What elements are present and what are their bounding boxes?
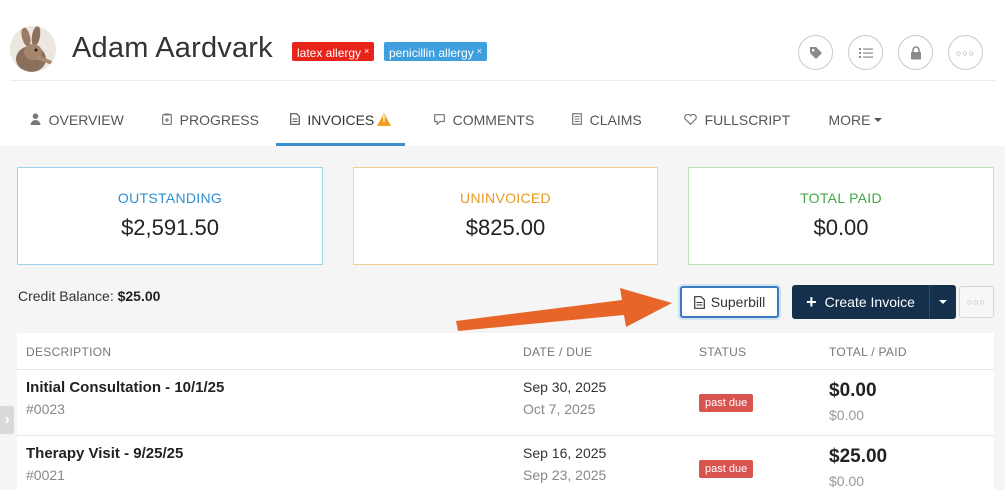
remove-tag-icon[interactable]: ×: [364, 46, 369, 56]
invoice-due-date: Oct 7, 2025: [523, 401, 596, 417]
chevron-right-icon: ›: [4, 411, 10, 428]
invoices-table: DESCRIPTION DATE / DUE STATUS TOTAL / PA…: [17, 333, 994, 490]
annotation-arrow: [456, 288, 672, 331]
outstanding-label: OUTSTANDING: [117, 190, 223, 206]
tab-comments[interactable]: COMMENTS: [434, 100, 534, 146]
document-icon: [289, 113, 304, 128]
invoice-date: Sep 16, 2025: [523, 445, 607, 461]
tab-overview[interactable]: OVERVIEW: [30, 100, 124, 146]
tab-fullscript[interactable]: FULLSCRIPT: [684, 100, 790, 146]
status-badge: past due: [699, 394, 754, 412]
invoice-number: #0023: [26, 401, 65, 417]
uninvoiced-label: UNINVOICED: [460, 190, 551, 206]
user-icon: [30, 113, 45, 128]
tab-label: MORE: [828, 112, 871, 128]
invoice-paid: $0.00: [829, 473, 865, 489]
remove-tag-icon[interactable]: ×: [477, 46, 482, 56]
warning-icon: [377, 113, 392, 126]
tag-label: penicillin allergy: [389, 46, 474, 60]
tab-label: INVOICES: [307, 112, 375, 128]
invoice-due-date: Sep 23, 2025: [523, 467, 607, 483]
invoice-paid: $0.00: [829, 407, 865, 423]
uninvoiced-card: UNINVOICED $825.00: [353, 167, 658, 265]
status-badge: past due: [699, 460, 754, 478]
tab-label: OVERVIEW: [48, 112, 124, 128]
tag-button[interactable]: [798, 35, 833, 70]
row-divider: [17, 369, 994, 370]
tag-icon: [809, 46, 822, 59]
invoice-total: $25.00: [829, 446, 888, 467]
comment-icon: [434, 113, 449, 128]
invoice-number: #0021: [26, 467, 65, 483]
more-dots-icon: ○○○: [966, 297, 987, 307]
column-header-description[interactable]: DESCRIPTION: [26, 345, 111, 359]
header-divider: [10, 80, 995, 81]
row-divider: [17, 435, 994, 436]
tab-label: CLAIMS: [589, 112, 642, 128]
invoice-more-button[interactable]: ○○○: [959, 286, 994, 318]
checklist-button[interactable]: [848, 35, 883, 70]
plus-icon: +: [806, 292, 817, 312]
invoice-total: $0.00: [829, 380, 877, 401]
credit-balance: Credit Balance: $25.00: [18, 288, 160, 304]
claims-icon: [572, 113, 586, 128]
patient-tabs: OVERVIEW PROGRESS INVOICES COMMENTS CLAI…: [0, 100, 1005, 146]
tag-latex-allergy[interactable]: latex allergy ×: [292, 42, 375, 61]
patient-name: Adam Aardvark: [72, 32, 273, 64]
lock-button[interactable]: [898, 35, 933, 70]
outstanding-card: OUTSTANDING $2,591.50: [17, 167, 323, 265]
superbill-button[interactable]: Superbill: [680, 286, 779, 318]
tab-claims[interactable]: CLAIMS: [572, 100, 642, 146]
more-options-button[interactable]: ○○○: [948, 35, 983, 70]
total-paid-label: TOTAL PAID: [800, 190, 882, 206]
tab-progress[interactable]: PROGRESS: [162, 100, 259, 146]
invoice-date: Sep 30, 2025: [523, 379, 607, 395]
create-invoice-dropdown[interactable]: [929, 285, 956, 319]
aardvark-avatar-image: [10, 26, 56, 72]
uninvoiced-value: $825.00: [465, 215, 546, 240]
column-header-total-paid[interactable]: TOTAL / PAID: [829, 345, 907, 359]
superbill-label: Superbill: [710, 294, 766, 310]
column-header-date-due[interactable]: DATE / DUE: [523, 345, 592, 359]
sidebar-toggle-handle[interactable]: ›: [0, 406, 14, 434]
checklist-icon: [858, 47, 873, 58]
invoice-description[interactable]: Initial Consultation - 10/1/25: [26, 379, 224, 396]
more-dots-icon: ○○○: [955, 47, 976, 58]
create-invoice-label: Create Invoice: [824, 294, 915, 310]
create-invoice-button[interactable]: + Create Invoice: [792, 285, 929, 319]
total-paid-card: TOTAL PAID $0.00: [688, 167, 994, 265]
patient-header: Adam Aardvark latex allergy × penicillin …: [0, 0, 1005, 146]
caret-down-icon: [873, 118, 882, 122]
outstanding-value: $2,591.50: [121, 215, 219, 240]
invoice-description[interactable]: Therapy Visit - 9/25/25: [26, 445, 183, 462]
heart-icon: [684, 113, 701, 128]
tab-label: FULLSCRIPT: [704, 112, 791, 128]
total-paid-value: $0.00: [813, 215, 869, 240]
patient-avatar[interactable]: [10, 26, 56, 72]
tab-label: COMMENTS: [452, 112, 535, 128]
clipboard-icon: [162, 113, 176, 128]
credit-balance-label: Credit Balance:: [18, 288, 114, 304]
tab-invoices[interactable]: INVOICES: [276, 100, 405, 146]
lock-icon: [910, 45, 921, 59]
document-icon: [693, 295, 705, 309]
tag-label: latex allergy: [297, 46, 362, 60]
tab-more[interactable]: MORE: [826, 100, 884, 146]
credit-balance-value: $25.00: [117, 288, 161, 304]
caret-down-icon: [939, 300, 947, 304]
column-header-status[interactable]: STATUS: [699, 345, 746, 359]
tab-label: PROGRESS: [179, 112, 259, 128]
tag-penicillin-allergy[interactable]: penicillin allergy ×: [384, 42, 487, 61]
